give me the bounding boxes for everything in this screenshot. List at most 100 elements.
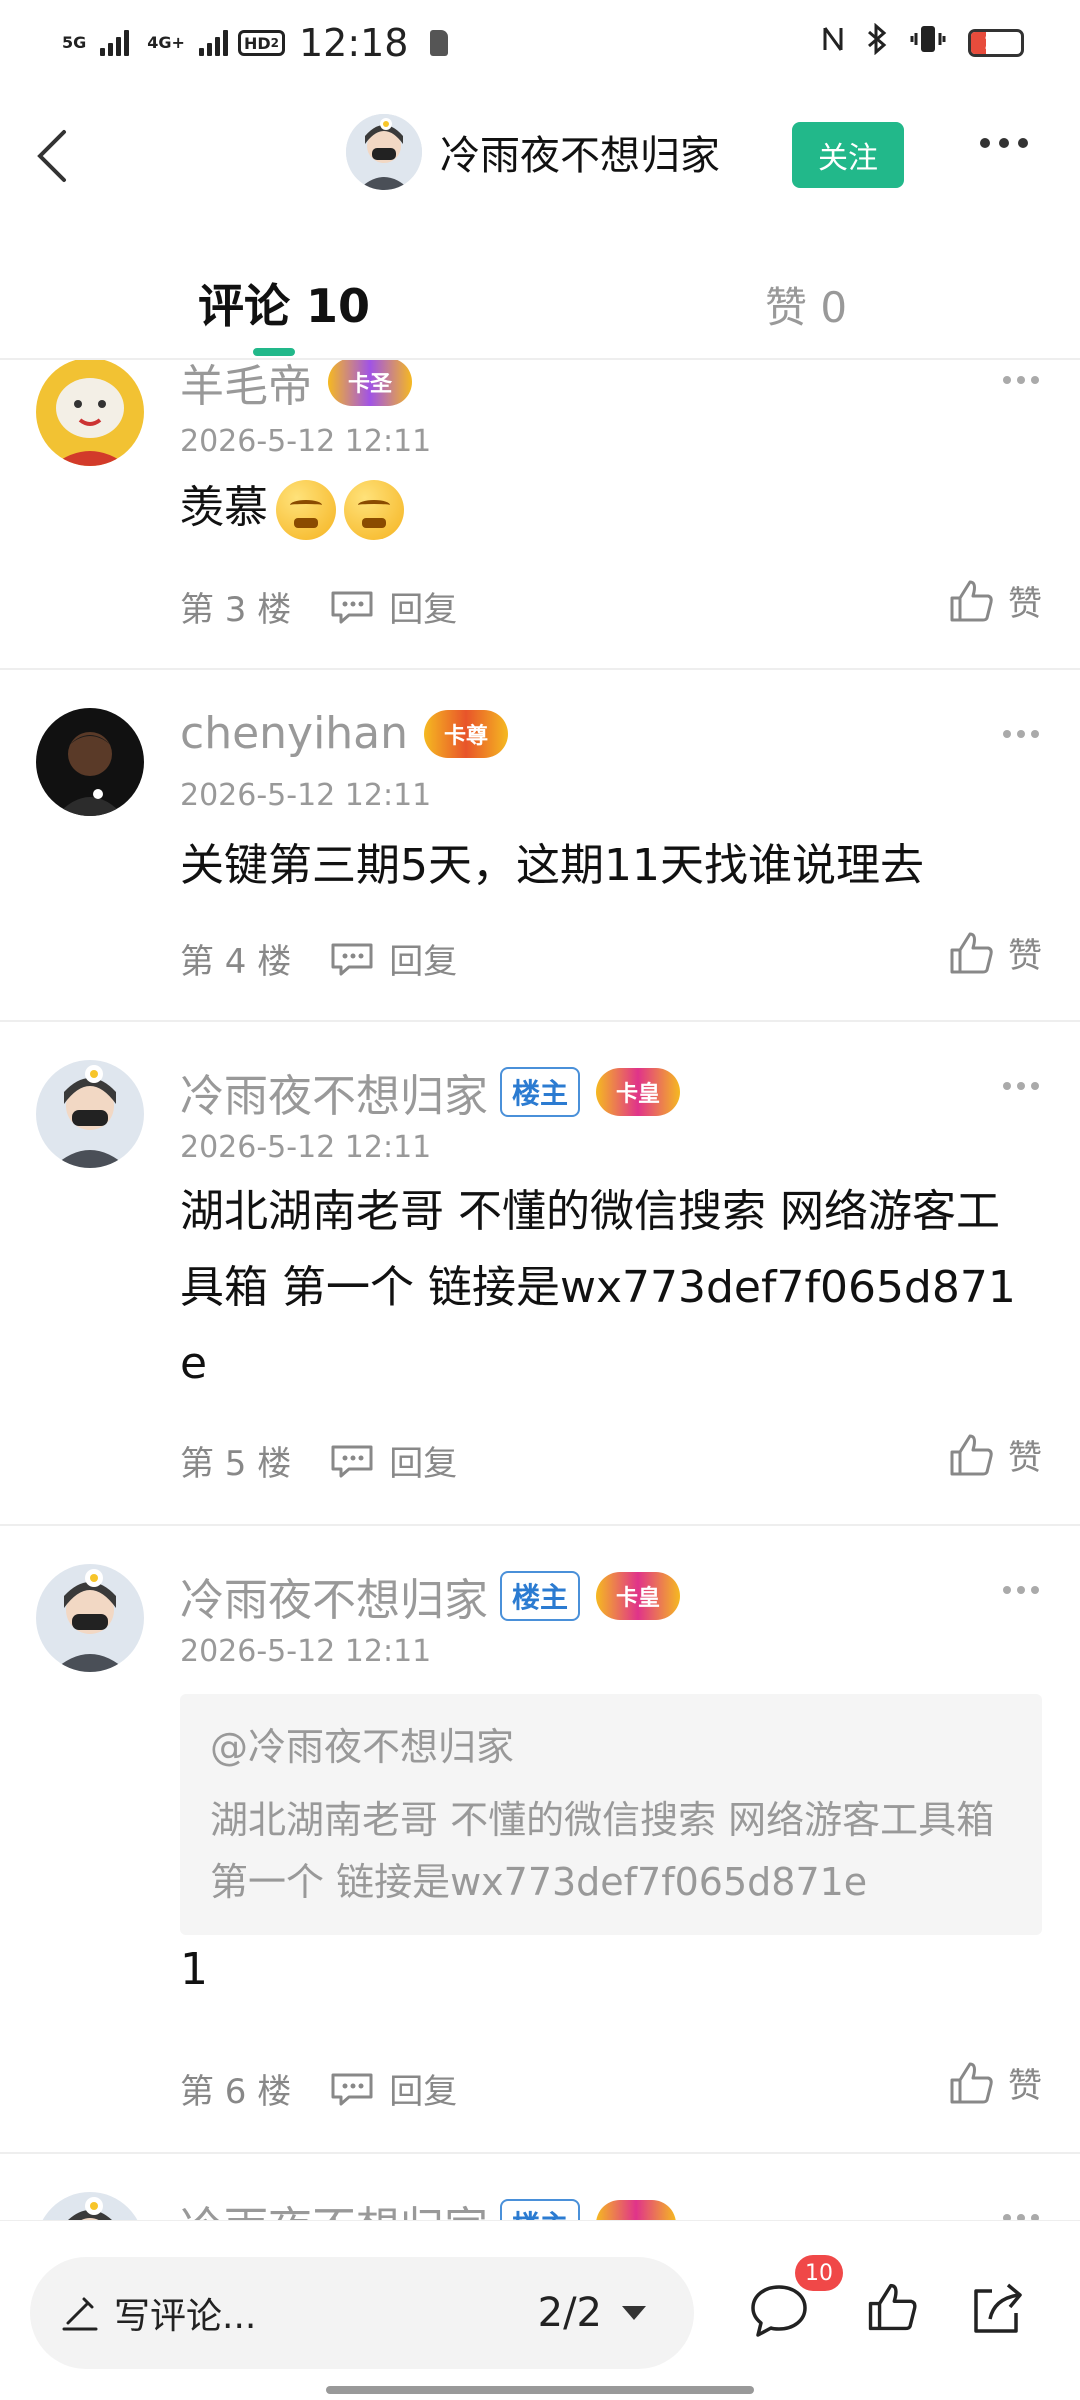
like-button[interactable]: 赞 bbox=[948, 576, 1042, 625]
reply-button[interactable]: 回复 bbox=[329, 582, 457, 631]
tab-bar: 评论 10 赞 0 bbox=[0, 226, 1080, 360]
comment-meta: 第 4 楼 回复 bbox=[180, 934, 457, 983]
signal-icon-2 bbox=[198, 30, 228, 56]
signal-icon bbox=[100, 30, 130, 56]
status-bar: 5G 4G+ HD 2 12:18 15 bbox=[0, 0, 1080, 86]
reply-icon bbox=[331, 591, 373, 623]
more-options-icon[interactable] bbox=[980, 138, 1028, 148]
hd-voice-icon: HD 2 bbox=[237, 30, 285, 56]
tab-comments[interactable]: 评论 10 bbox=[198, 270, 370, 336]
sim-icon bbox=[430, 30, 449, 56]
page-indicator-text[interactable]: 2/2 bbox=[538, 2290, 602, 2336]
page-selector[interactable]: 2/2 bbox=[538, 2290, 646, 2336]
username[interactable]: chenyihan 卡尊 bbox=[180, 708, 509, 759]
emoji-icon bbox=[344, 480, 404, 540]
quoted-comment[interactable]: @冷雨夜不想归家 湖北湖南老哥 不懂的微信搜索 网络游客工具箱 第一个 链接是w… bbox=[180, 1694, 1042, 1935]
active-tab-indicator bbox=[253, 348, 295, 356]
comment-item: 冷雨夜不想归家 楼主 卡皇 2026-5-12 12:11 @冷雨夜不想归家 湖… bbox=[0, 1526, 1080, 2154]
like-button[interactable]: 赞 bbox=[948, 1430, 1042, 1479]
comment-item: chenyihan 卡尊 2026-5-12 12:11 关键第三期5天，这期1… bbox=[0, 670, 1080, 1022]
comment-time: 2026-5-12 12:11 bbox=[180, 424, 432, 459]
comment-input-placeholder[interactable]: 写评论... bbox=[114, 2287, 256, 2339]
user-avatar[interactable] bbox=[36, 708, 144, 816]
user-avatar[interactable] bbox=[36, 1060, 144, 1168]
level-badge: 卡皇 bbox=[596, 1068, 681, 1116]
comment-meta: 第 5 楼 回复 bbox=[180, 1436, 457, 1485]
comment-text: 湖北湖南老哥 不懂的微信搜索 网络游客工具箱 第一个 链接是wx773def7f… bbox=[180, 1186, 1016, 1389]
back-arrow-icon[interactable] bbox=[26, 126, 86, 186]
username-text[interactable]: 冷雨夜不想归家 bbox=[180, 1564, 488, 1628]
reply-icon bbox=[331, 1445, 373, 1477]
status-right: 15 bbox=[822, 22, 1024, 63]
home-indicator[interactable] bbox=[326, 2386, 754, 2394]
reply-button[interactable]: 回复 bbox=[329, 934, 457, 983]
battery-icon: 15 bbox=[968, 29, 1024, 57]
comment-input[interactable]: 写评论... 2/2 bbox=[30, 2257, 694, 2369]
comment-icon[interactable] bbox=[748, 2281, 810, 2341]
owner-tag: 楼主 bbox=[500, 2199, 581, 2220]
username-text[interactable]: 羊毛帝 bbox=[180, 360, 312, 414]
user-avatar[interactable] bbox=[36, 1564, 144, 1672]
floor-number: 第 6 楼 bbox=[180, 2072, 292, 2112]
user-avatar[interactable] bbox=[36, 2192, 144, 2220]
comment-more-icon[interactable] bbox=[1003, 1586, 1039, 1594]
network-4g: 4G+ bbox=[147, 33, 185, 52]
floor-number: 第 5 楼 bbox=[180, 1444, 292, 1484]
like-button[interactable]: 赞 bbox=[948, 928, 1042, 977]
thumbs-up-icon bbox=[950, 2062, 993, 2103]
tab-likes[interactable]: 赞 0 bbox=[765, 274, 847, 335]
comment-list[interactable]: 羊毛帝 卡圣 2026-5-12 12:11 羡慕 第 3 楼 回复 赞 che… bbox=[0, 360, 1080, 2220]
pencil-icon bbox=[62, 2297, 98, 2331]
bottom-action-bar: 写评论... 2/2 10 bbox=[0, 2220, 1080, 2400]
username[interactable]: 冷雨夜不想归家 楼主 卡皇 bbox=[180, 1060, 681, 1124]
bluetooth-icon bbox=[866, 22, 888, 63]
quoted-text: 湖北湖南老哥 不懂的微信搜索 网络游客工具箱 第一个 链接是wx773def7f… bbox=[210, 1798, 995, 1904]
dropdown-caret-icon bbox=[622, 2306, 646, 2320]
comment-more-icon[interactable] bbox=[1003, 1082, 1039, 1090]
floor-number: 第 4 楼 bbox=[180, 942, 292, 982]
floor-number: 第 3 楼 bbox=[180, 590, 292, 630]
comment-time: 2026-5-12 12:11 bbox=[180, 1130, 432, 1165]
comment-more-icon[interactable] bbox=[1003, 376, 1039, 384]
author-name[interactable]: 冷雨夜不想归家 bbox=[440, 123, 720, 181]
reply-button[interactable]: 回复 bbox=[329, 2064, 457, 2113]
comment-item: 冷雨夜不想归家 楼主 bbox=[0, 2154, 1080, 2220]
comment-count-badge: 10 bbox=[795, 2255, 843, 2291]
comment-item: 冷雨夜不想归家 楼主 卡皇 2026-5-12 12:11 湖北湖南老哥 不懂的… bbox=[0, 1022, 1080, 1526]
level-badge: 卡皇 bbox=[596, 1572, 681, 1620]
thumbs-up-icon bbox=[950, 580, 993, 621]
comment-meta: 第 6 楼 回复 bbox=[180, 2064, 457, 2113]
comment-time: 2026-5-12 12:11 bbox=[180, 778, 432, 813]
comment-more-icon[interactable] bbox=[1003, 730, 1039, 738]
thumbs-up-icon bbox=[950, 1434, 993, 1475]
author-info[interactable]: 冷雨夜不想归家 bbox=[346, 114, 720, 190]
username-text[interactable]: chenyihan bbox=[180, 708, 408, 759]
emoji-icon bbox=[276, 480, 336, 540]
username[interactable]: 冷雨夜不想归家 楼主 卡皇 bbox=[180, 1564, 681, 1628]
comment-item: 羊毛帝 卡圣 2026-5-12 12:11 羡慕 第 3 楼 回复 赞 bbox=[0, 360, 1080, 670]
level-badge: 卡圣 bbox=[328, 360, 413, 406]
username-text[interactable]: 冷雨夜不想归家 bbox=[180, 2192, 488, 2220]
username[interactable]: 羊毛帝 卡圣 bbox=[180, 360, 413, 414]
level-badge: 卡尊 bbox=[424, 709, 509, 758]
owner-tag: 楼主 bbox=[500, 1571, 581, 1621]
reply-icon bbox=[331, 943, 373, 975]
username-text[interactable]: 冷雨夜不想归家 bbox=[180, 1060, 488, 1124]
network-5g: 5G bbox=[62, 33, 87, 52]
comment-meta: 第 3 楼 回复 bbox=[180, 582, 457, 631]
like-button[interactable]: 赞 bbox=[948, 2058, 1042, 2107]
owner-tag: 楼主 bbox=[500, 1067, 581, 1117]
comment-text: 1 bbox=[180, 1944, 208, 1995]
quoted-author: @冷雨夜不想归家 bbox=[210, 1725, 515, 1769]
author-avatar[interactable] bbox=[346, 114, 422, 190]
level-badge bbox=[596, 2200, 677, 2220]
share-icon[interactable] bbox=[968, 2281, 1026, 2337]
nfc-icon bbox=[822, 24, 844, 62]
clock: 12:18 bbox=[298, 21, 409, 65]
follow-button[interactable]: 关注 bbox=[792, 122, 904, 188]
vibrate-icon bbox=[910, 24, 946, 62]
user-avatar[interactable] bbox=[36, 360, 144, 466]
thumbs-up-icon[interactable] bbox=[866, 2281, 918, 2333]
username[interactable]: 冷雨夜不想归家 楼主 bbox=[180, 2192, 677, 2220]
reply-button[interactable]: 回复 bbox=[329, 1436, 457, 1485]
